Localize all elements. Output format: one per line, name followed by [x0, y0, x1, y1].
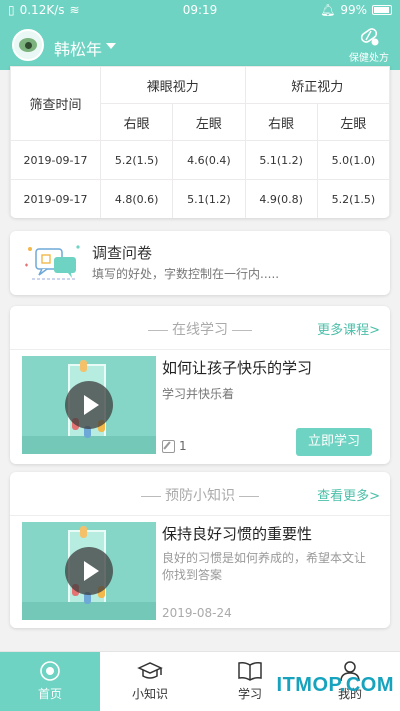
course-subtitle: 学习并快乐着	[162, 387, 235, 401]
cell-naked-right: 4.8(0.6)	[99, 179, 174, 218]
app-header: 韩松年 保健处方	[0, 22, 400, 70]
col-header-corrected: 矫正视力	[244, 66, 390, 104]
tab-home[interactable]: 首页	[0, 652, 100, 711]
status-bar: ▯ 0.12K/s ≋ 09:19 🔔︎ 99%	[0, 0, 400, 22]
online-study-card: 在线学习 更多课程> 如何让孩子快乐的学习 学习并快乐着 1 立即学习	[10, 306, 390, 464]
vision-table: 筛查时间 裸眼视力 矫正视力 右眼 左眼 右眼 左眼 2019-09-17 5.…	[10, 66, 390, 218]
article-desc: 良好的习惯是如何养成的，希望本文让你找到答案	[162, 551, 367, 582]
col-header-naked-left: 左眼	[172, 103, 246, 141]
cell-corr-right: 4.9(0.8)	[244, 179, 318, 218]
edit-icon	[162, 439, 175, 453]
eye-logo-icon	[19, 38, 37, 52]
watermark-logo: ITMOP.COM	[276, 674, 394, 696]
cell-date: 2019-09-17	[10, 179, 101, 218]
col-header-corr-right: 右眼	[244, 103, 318, 141]
battery-icon	[372, 5, 392, 15]
see-more-link[interactable]: 查看更多>	[317, 485, 380, 504]
prevention-knowledge-card: 预防小知识 查看更多> 保持良好习惯的重要性 良好的习惯是如何养成的，希望本文让…	[10, 472, 390, 628]
care-prescription-label: 保健处方	[349, 53, 389, 64]
avatar[interactable]	[12, 29, 44, 61]
course-count: 1	[162, 439, 187, 453]
user-name[interactable]: 韩松年	[54, 36, 102, 60]
cell-date: 2019-09-17	[10, 140, 101, 180]
section-title-text: 预防小知识	[165, 488, 235, 504]
status-right: 🔔︎ 99%	[320, 3, 392, 17]
cell-corr-left: 5.0(1.0)	[316, 140, 390, 180]
play-icon[interactable]	[65, 547, 113, 595]
article-title[interactable]: 保持良好习惯的重要性	[162, 523, 312, 544]
survey-title: 调查问卷	[92, 244, 153, 262]
tab-knowledge-label: 小知识	[131, 687, 168, 701]
chevron-down-icon[interactable]	[106, 43, 116, 49]
chat-bubbles-icon	[25, 245, 80, 280]
cell-naked-left: 4.6(0.4)	[172, 140, 246, 180]
more-courses-link[interactable]: 更多课程>	[317, 319, 380, 338]
table-row: 2019-09-17 4.8(0.6) 5.1(1.2) 4.9(0.8) 5.…	[10, 179, 390, 218]
graduation-cap-icon	[137, 662, 163, 679]
col-header-naked-right: 右眼	[99, 103, 174, 141]
section-header: 预防小知识 查看更多>	[10, 472, 390, 516]
pill-icon	[360, 28, 379, 46]
article-video-thumbnail[interactable]	[22, 522, 156, 620]
play-icon[interactable]	[65, 381, 113, 429]
cell-corr-left: 5.2(1.5)	[316, 179, 390, 218]
col-header-time: 筛查时间	[10, 66, 101, 141]
course-count-value: 1	[179, 439, 187, 453]
section-header: 在线学习 更多课程>	[10, 306, 390, 350]
section-title-text: 在线学习	[172, 322, 228, 338]
tab-knowledge[interactable]: 小知识	[100, 652, 200, 711]
eye-icon	[40, 661, 60, 681]
col-header-naked: 裸眼视力	[100, 66, 246, 104]
book-icon	[238, 662, 262, 681]
course-title[interactable]: 如何让孩子快乐的学习	[162, 357, 312, 378]
start-study-button[interactable]: 立即学习	[296, 428, 372, 456]
cell-naked-left: 5.1(1.2)	[172, 179, 246, 218]
vision-table-card: 筛查时间 裸眼视力 矫正视力 右眼 左眼 右眼 左眼 2019-09-17 5.…	[10, 66, 390, 218]
cell-corr-right: 5.1(1.2)	[244, 140, 318, 180]
tab-home-label: 首页	[37, 687, 62, 701]
survey-desc: 填写的好处，字数控制在一行内.....	[92, 267, 280, 281]
bell-icon: 🔔︎	[320, 3, 336, 17]
table-row: 2019-09-17 5.2(1.5) 4.6(0.4) 5.1(1.2) 5.…	[10, 140, 390, 180]
survey-card[interactable]: 调查问卷 填写的好处，字数控制在一行内.....	[10, 231, 390, 295]
col-header-corr-left: 左眼	[316, 103, 390, 141]
care-prescription-button[interactable]: 保健处方	[346, 24, 392, 64]
battery-percent: 99%	[340, 3, 367, 17]
course-video-thumbnail[interactable]	[22, 356, 156, 454]
article-date: 2019-08-24	[162, 606, 232, 620]
cell-naked-right: 5.2(1.5)	[99, 140, 174, 180]
